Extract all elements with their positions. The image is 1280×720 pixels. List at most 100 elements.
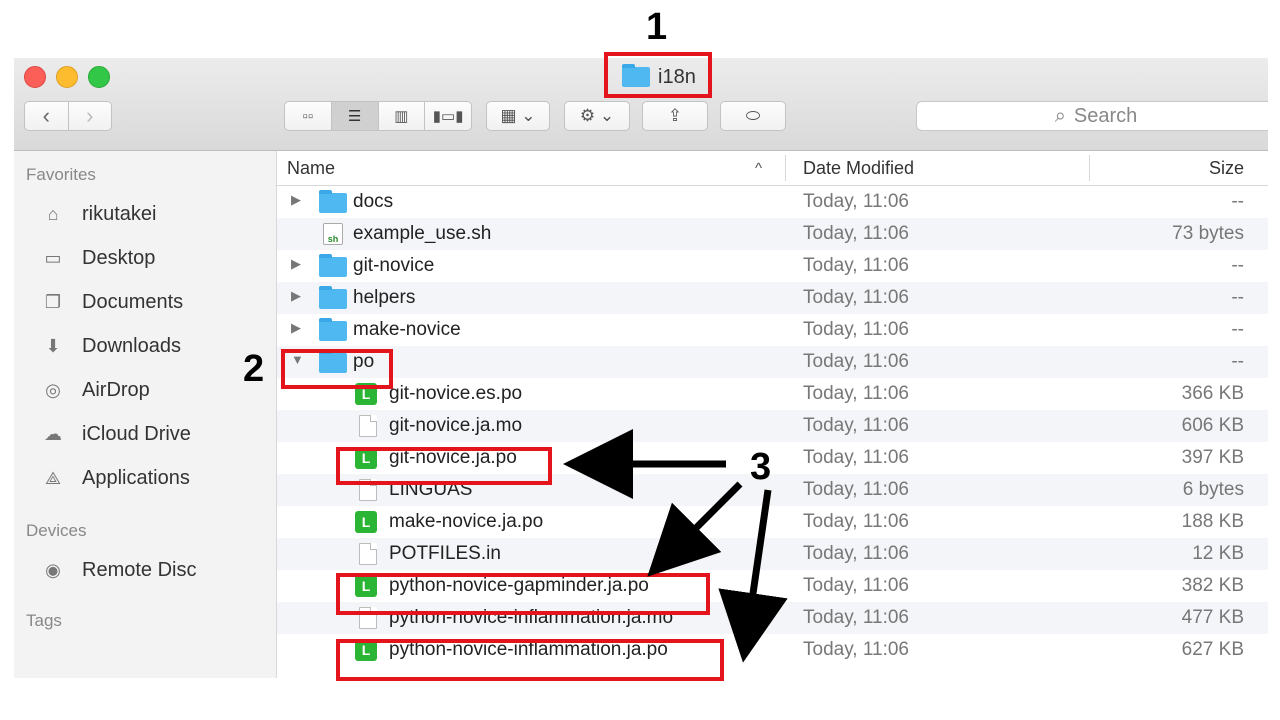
table-row[interactable]: ▶ helpers Today, 11:06 --: [277, 282, 1268, 314]
file-size: --: [1231, 351, 1244, 372]
file-date: Today, 11:06: [803, 543, 909, 564]
table-row[interactable]: Lmake-novice.ja.po Today, 11:06 188 KB: [277, 506, 1268, 538]
share-icon: ⇪: [667, 106, 683, 125]
file-date: Today, 11:06: [803, 383, 909, 404]
table-row[interactable]: Lgit-novice.es.po Today, 11:06 366 KB: [277, 378, 1268, 410]
icon-view-button[interactable]: ▫▫: [285, 102, 331, 130]
home-icon: ⌂: [47, 203, 59, 224]
tags-heading: Tags: [26, 611, 62, 630]
file-date: Today, 11:06: [803, 479, 909, 500]
favorites-heading: Favorites: [26, 165, 96, 184]
file-size: 188 KB: [1181, 511, 1244, 532]
name-column-header[interactable]: Name: [287, 158, 335, 179]
annotation-box-git-novice-ja-po: [336, 447, 552, 485]
column-view-button[interactable]: ▥: [377, 102, 425, 130]
desktop-icon: ▭: [44, 247, 62, 268]
sidebar-item-remote-disc[interactable]: ◉ Remote Disc: [40, 555, 196, 585]
forward-button[interactable]: ›: [67, 102, 112, 130]
annotation-number-3: 3: [750, 446, 772, 488]
view-mode-group: ▫▫ ☰ ▥ ▮▭▮: [284, 101, 472, 131]
file-date: Today, 11:06: [803, 351, 909, 372]
column-header: Name ^ Date Modified Size: [277, 151, 1268, 186]
sidebar-item-applications[interactable]: ⟁ Applications: [40, 463, 190, 493]
sidebar: Favorites ⌂ rikutakei ▭ Desktop ❐ Documents…: [14, 151, 277, 678]
airdrop-icon: ◎: [45, 379, 61, 400]
disclosure-closed-icon[interactable]: ▶: [291, 288, 301, 304]
sidebar-item-icloud-drive[interactable]: ☁ iCloud Drive: [40, 419, 191, 449]
chevron-right-icon: ›: [86, 103, 94, 128]
annotation-number-2: 2: [243, 348, 265, 390]
sidebar-item-airdrop[interactable]: ◎ AirDrop: [40, 375, 150, 405]
table-row[interactable]: git-novice.ja.mo Today, 11:06 606 KB: [277, 410, 1268, 442]
file-name: git-novice.es.po: [389, 383, 523, 404]
file-date: Today, 11:06: [803, 415, 909, 436]
file-name: make-novice: [353, 319, 461, 340]
cover-flow-icon: ▮▭▮: [432, 108, 464, 125]
file-size: 397 KB: [1181, 447, 1244, 468]
disclosure-closed-icon[interactable]: ▶: [291, 320, 301, 336]
list-view-button[interactable]: ☰: [330, 102, 378, 130]
sidebar-item-rikutakei[interactable]: ⌂ rikutakei: [40, 199, 157, 229]
zoom-window-button[interactable]: [88, 66, 110, 88]
file-size: --: [1231, 287, 1244, 308]
list-icon: ☰: [347, 108, 362, 125]
arrange-icon: ▦ ⌄: [500, 106, 536, 125]
file-name: POTFILES.in: [389, 543, 501, 564]
column-divider: [785, 155, 786, 181]
disc-icon: ◉: [45, 559, 61, 580]
table-row[interactable]: POTFILES.in Today, 11:06 12 KB: [277, 538, 1268, 570]
document-icon: [359, 543, 377, 565]
po-file-icon: L: [355, 511, 377, 533]
file-date: Today, 11:06: [803, 287, 909, 308]
close-window-button[interactable]: [24, 66, 46, 88]
annotation-number-1: 1: [646, 6, 668, 48]
back-button[interactable]: ‹: [25, 102, 68, 130]
tags-button[interactable]: ⬭: [720, 101, 786, 131]
column-divider: [1089, 155, 1090, 181]
devices-heading: Devices: [26, 521, 87, 540]
file-date: Today, 11:06: [803, 255, 909, 276]
back-forward-group: ‹ ›: [24, 101, 112, 131]
file-size: 12 KB: [1192, 543, 1244, 564]
annotation-box-title: [604, 52, 712, 98]
shell-script-icon: sh: [323, 223, 343, 245]
file-size: 627 KB: [1181, 639, 1244, 660]
sidebar-item-downloads[interactable]: ⬇ Downloads: [40, 331, 181, 361]
disclosure-closed-icon[interactable]: ▶: [291, 256, 301, 272]
cover-flow-button[interactable]: ▮▭▮: [424, 102, 471, 130]
folder-icon: [319, 318, 347, 341]
sort-ascending-icon: ^: [755, 160, 763, 177]
minimize-window-button[interactable]: [56, 66, 78, 88]
disclosure-closed-icon[interactable]: ▶: [291, 192, 301, 208]
table-row[interactable]: ▶ docs Today, 11:06 --: [277, 186, 1268, 218]
arrange-button[interactable]: ▦ ⌄: [486, 101, 550, 131]
table-row[interactable]: ▼ po Today, 11:06 --: [277, 346, 1268, 378]
tag-icon: ⬭: [745, 106, 761, 125]
table-row[interactable]: sh example_use.sh Today, 11:06 73 bytes: [277, 218, 1268, 250]
file-name: git-novice: [353, 255, 435, 276]
folder-icon: [319, 286, 347, 309]
file-date: Today, 11:06: [803, 575, 909, 596]
action-button[interactable]: ⚙ ⌄: [564, 101, 630, 131]
annotation-box-python-inflammation: [336, 639, 724, 681]
search-field[interactable]: ⌕ Search: [916, 101, 1268, 131]
cloud-icon: ☁: [44, 423, 62, 444]
document-icon: [359, 415, 377, 437]
file-size: 366 KB: [1181, 383, 1244, 404]
chevron-left-icon: ‹: [42, 103, 50, 128]
table-row[interactable]: ▶ make-novice Today, 11:06 --: [277, 314, 1268, 346]
gear-icon: ⚙ ⌄: [579, 106, 615, 125]
sidebar-item-desktop[interactable]: ▭ Desktop: [40, 243, 155, 273]
table-row[interactable]: ▶ git-novice Today, 11:06 --: [277, 250, 1268, 282]
grid-icon: ▫▫: [302, 107, 314, 125]
share-button[interactable]: ⇪: [642, 101, 708, 131]
file-size: 73 bytes: [1172, 223, 1244, 244]
file-name: helpers: [353, 287, 416, 308]
folder-icon: [319, 190, 347, 213]
sidebar-item-documents[interactable]: ❐ Documents: [40, 287, 183, 317]
file-date: Today, 11:06: [803, 511, 909, 532]
size-column-header[interactable]: Size: [1209, 158, 1244, 179]
file-date: Today, 11:06: [803, 191, 909, 212]
file-date: Today, 11:06: [803, 223, 909, 244]
date-column-header[interactable]: Date Modified: [803, 158, 914, 179]
